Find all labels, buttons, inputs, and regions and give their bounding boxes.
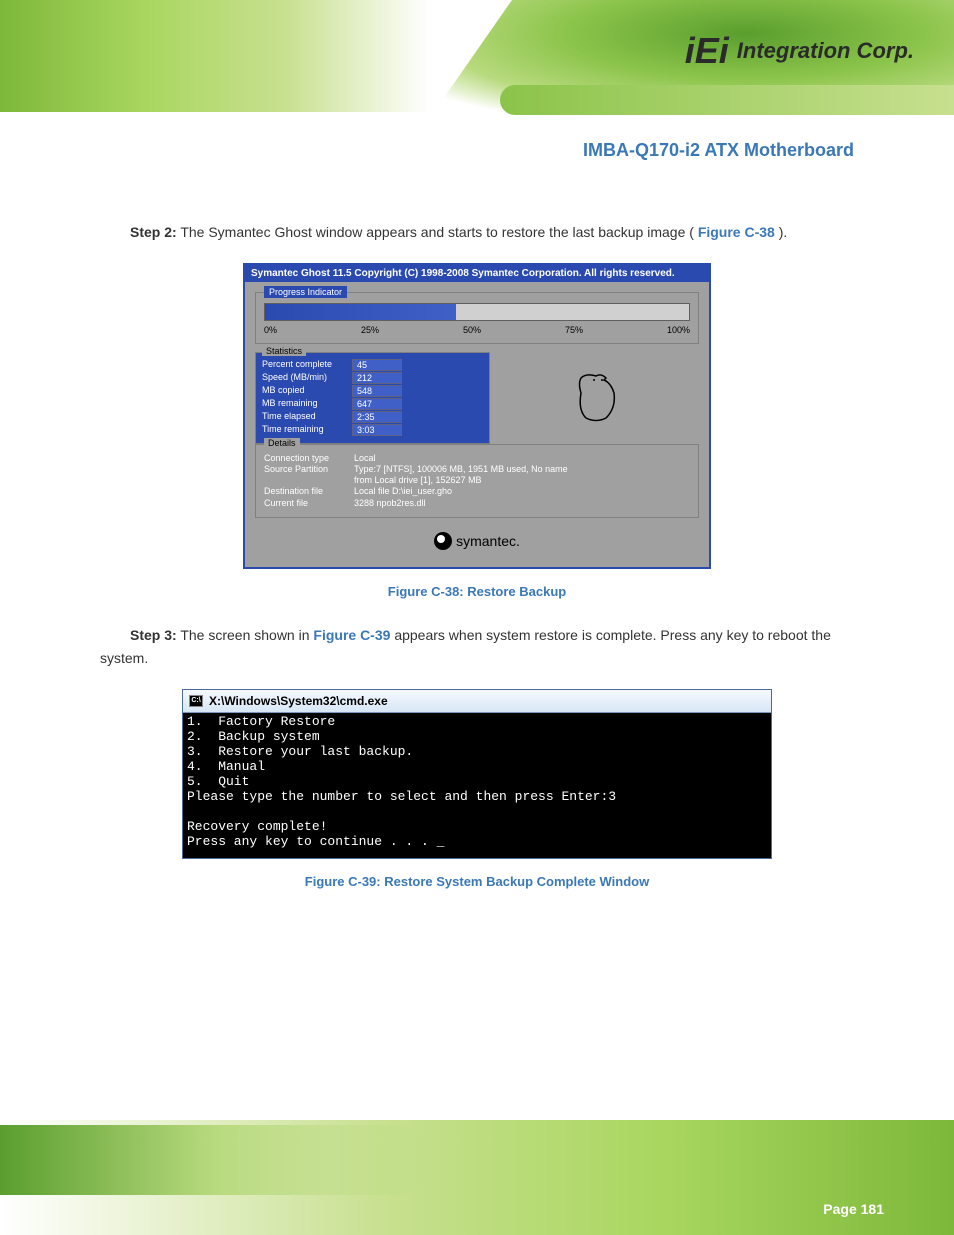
ghost-stats-area: Statistics Percent complete45 Speed (MB/… [255,352,699,444]
tick-100: 100% [667,325,690,335]
logo-main: iEi [685,30,729,72]
step-2-num: Step 2: [130,224,177,240]
tick-0: 0% [264,325,277,335]
symantec-logo-area: symantec. [255,526,699,557]
symantec-icon [434,532,452,550]
cmd-icon: C:\ [189,695,203,707]
ghost-window: Symantec Ghost 11.5 Copyright (C) 1998-2… [243,263,711,569]
ghost-titlebar: Symantec Ghost 11.5 Copyright (C) 1998-2… [245,265,709,282]
ghost-icon [566,368,636,428]
step-3: Step 3: The screen shown in Figure C-39 … [100,624,854,669]
footer-decor [0,1125,430,1195]
step-3-figref: Figure C-39 [313,627,390,643]
detail-row: from Local drive [1], 152627 MB [264,475,690,485]
detail-row: Source PartitionType:7 [NTFS], 100006 MB… [264,464,690,474]
ghost-details: Details Connection typeLocal Source Part… [255,444,699,518]
symantec-text: symantec. [456,533,520,549]
stat-row: Time elapsed2:35 [262,411,483,423]
cmd-titlebar: C:\ X:\Windows\System32\cmd.exe [183,690,771,713]
product-title: IMBA-Q170-i2 ATX Motherboard [100,140,854,161]
cmd-body: 1. Factory Restore 2. Backup system 3. R… [183,713,771,858]
ghost-mascot [502,352,699,444]
ghost-stats: Statistics Percent complete45 Speed (MB/… [255,352,490,444]
header-banner: iEi Integration Corp. [0,0,954,112]
stat-row: MB remaining647 [262,398,483,410]
stat-row: Percent complete45 [262,359,483,371]
ghost-progress-label: Progress Indicator [264,286,347,298]
tick-75: 75% [565,325,583,335]
tick-25: 25% [361,325,379,335]
figure-caption-1: Figure C-38: Restore Backup [100,584,854,599]
ghost-progress-fill [265,304,456,320]
cmd-title-text: X:\Windows\System32\cmd.exe [209,694,388,708]
header-curve [500,85,954,115]
step-3-num: Step 3: [130,627,177,643]
step-2-figref: Figure C-38 [698,224,775,240]
logo-sub: Integration Corp. [737,38,914,64]
stat-row: MB copied548 [262,385,483,397]
page-content: IMBA-Q170-i2 ATX Motherboard Step 2: The… [100,140,854,914]
tick-50: 50% [463,325,481,335]
footer-banner: Page 181 [0,1120,954,1235]
figure-caption-2: Figure C-39: Restore System Backup Compl… [100,874,854,889]
step-2-text-a: The Symantec Ghost window appears and st… [180,224,694,240]
stat-row: Time remaining3:03 [262,424,483,436]
brand-logo: iEi Integration Corp. [685,30,914,72]
detail-row: Current file3288 npob2res.dll [264,498,690,508]
step-2: Step 2: The Symantec Ghost window appear… [100,221,854,243]
step-3-text-a: The screen shown in [180,627,313,643]
page-number: Page 181 [823,1201,884,1217]
ghost-stats-title: Statistics [262,346,306,356]
step-2-text-b: ). [779,224,788,240]
detail-row: Connection typeLocal [264,453,690,463]
ghost-body: Progress Indicator 0% 25% 50% 75% 100% S… [245,282,709,567]
detail-row: Destination fileLocal file D:\iei_user.g… [264,486,690,496]
ghost-details-title: Details [264,438,300,448]
stat-row: Speed (MB/min)212 [262,372,483,384]
ghost-progress-group: Progress Indicator 0% 25% 50% 75% 100% [255,292,699,344]
cmd-window: C:\ X:\Windows\System32\cmd.exe 1. Facto… [182,689,772,859]
ghost-ticks: 0% 25% 50% 75% 100% [264,325,690,335]
ghost-progress-bar [264,303,690,321]
